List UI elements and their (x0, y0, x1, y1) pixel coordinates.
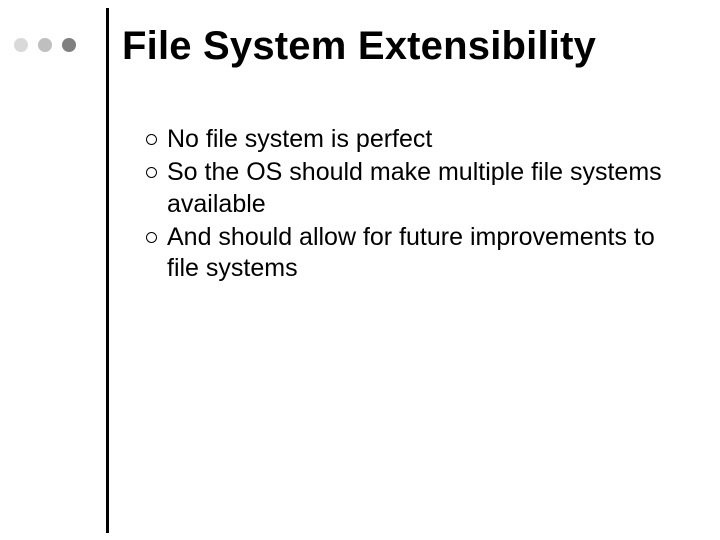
list-item-text: No file system is perfect (167, 124, 666, 155)
bullet-icon (146, 232, 157, 243)
bullet-icon (146, 134, 157, 145)
dot-icon (62, 38, 76, 52)
bullet-icon (146, 167, 157, 178)
bullet-list: No file system is perfect So the OS shou… (146, 124, 666, 286)
decor-dots (14, 38, 76, 52)
dot-icon (14, 38, 28, 52)
list-item-text: So the OS should make multiple file syst… (167, 157, 666, 220)
slide-title: File System Extensibility (122, 24, 596, 69)
list-item-text: And should allow for future improvements… (167, 222, 666, 285)
list-item: No file system is perfect (146, 124, 666, 155)
list-item: And should allow for future improvements… (146, 222, 666, 285)
list-item: So the OS should make multiple file syst… (146, 157, 666, 220)
vertical-divider (106, 8, 109, 533)
slide: File System Extensibility No file system… (0, 0, 720, 540)
dot-icon (38, 38, 52, 52)
